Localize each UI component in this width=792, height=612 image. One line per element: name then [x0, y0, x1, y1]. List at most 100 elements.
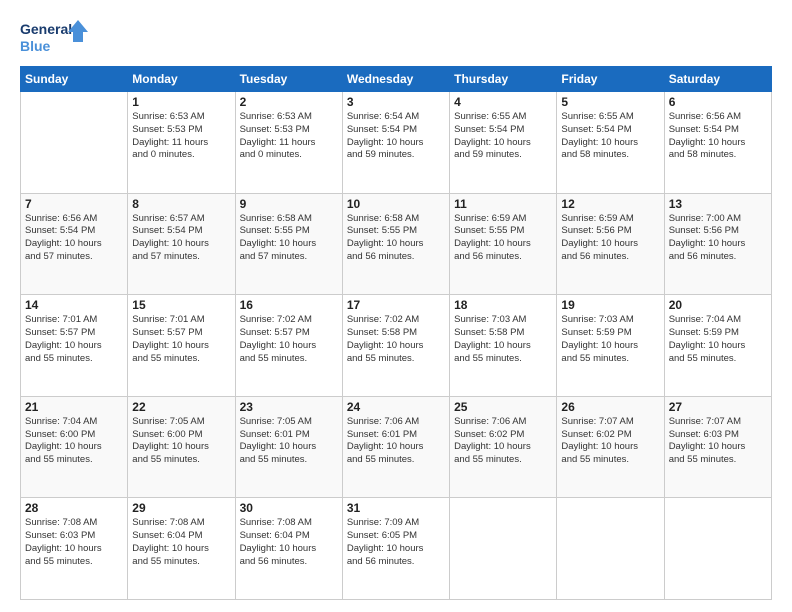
day-info: Sunrise: 7:02 AM Sunset: 5:58 PM Dayligh… — [347, 314, 445, 365]
day-number: 6 — [669, 95, 767, 109]
day-info: Sunrise: 7:06 AM Sunset: 6:01 PM Dayligh… — [347, 416, 445, 467]
calendar-cell: 8 Sunrise: 6:57 AM Sunset: 5:54 PM Daylig… — [128, 193, 235, 295]
day-info: Sunrise: 7:00 AM Sunset: 5:56 PM Dayligh… — [669, 213, 767, 264]
header: General Blue — [20, 18, 772, 56]
calendar-cell: 19Sunrise: 7:03 AM Sunset: 5:59 PM Dayli… — [557, 295, 664, 397]
weekday-header-monday: Monday — [128, 67, 235, 92]
day-info: Sunrise: 6:55 AM Sunset: 5:54 PM Dayligh… — [561, 111, 659, 162]
calendar-cell: 3 Sunrise: 6:54 AM Sunset: 5:54 PM Daylig… — [342, 92, 449, 194]
day-info: Sunrise: 6:58 AM Sunset: 5:55 PM Dayligh… — [240, 213, 338, 264]
calendar-week-row: 14 Sunrise: 7:01 AM Sunset: 5:57 PM Dayli… — [21, 295, 772, 397]
day-info: Sunrise: 7:08 AM Sunset: 6:04 PM Dayligh… — [240, 517, 338, 568]
calendar-cell: 22Sunrise: 7:05 AM Sunset: 6:00 PM Dayli… — [128, 396, 235, 498]
calendar-cell: 14 Sunrise: 7:01 AM Sunset: 5:57 PM Dayli… — [21, 295, 128, 397]
day-number: 15 — [132, 298, 230, 312]
calendar-cell — [557, 498, 664, 600]
day-info: Sunrise: 7:01 AM Sunset: 5:57 PM Dayligh… — [25, 314, 123, 365]
day-number: 25 — [454, 400, 552, 414]
day-info: Sunrise: 6:54 AM Sunset: 5:54 PM Dayligh… — [347, 111, 445, 162]
weekday-header-wednesday: Wednesday — [342, 67, 449, 92]
day-number: 8 — [132, 197, 230, 211]
calendar-cell: 27Sunrise: 7:07 AM Sunset: 6:03 PM Dayli… — [664, 396, 771, 498]
weekday-header-thursday: Thursday — [450, 67, 557, 92]
day-number: 30 — [240, 501, 338, 515]
day-number: 16 — [240, 298, 338, 312]
calendar-cell — [21, 92, 128, 194]
day-number: 13 — [669, 197, 767, 211]
day-number: 18 — [454, 298, 552, 312]
calendar-cell: 1 Sunrise: 6:53 AM Sunset: 5:53 PM Daylig… — [128, 92, 235, 194]
day-number: 17 — [347, 298, 445, 312]
day-info: Sunrise: 6:53 AM Sunset: 5:53 PM Dayligh… — [240, 111, 338, 162]
calendar-cell: 26Sunrise: 7:07 AM Sunset: 6:02 PM Dayli… — [557, 396, 664, 498]
calendar-table: SundayMondayTuesdayWednesdayThursdayFrid… — [20, 66, 772, 600]
day-info: Sunrise: 7:07 AM Sunset: 6:02 PM Dayligh… — [561, 416, 659, 467]
day-info: Sunrise: 7:02 AM Sunset: 5:57 PM Dayligh… — [240, 314, 338, 365]
calendar-cell: 20 Sunrise: 7:04 AM Sunset: 5:59 PM Dayli… — [664, 295, 771, 397]
day-info: Sunrise: 6:59 AM Sunset: 5:55 PM Dayligh… — [454, 213, 552, 264]
weekday-header-tuesday: Tuesday — [235, 67, 342, 92]
calendar-cell: 29 Sunrise: 7:08 AM Sunset: 6:04 PM Dayli… — [128, 498, 235, 600]
day-info: Sunrise: 7:05 AM Sunset: 6:01 PM Dayligh… — [240, 416, 338, 467]
calendar-cell: 2 Sunrise: 6:53 AM Sunset: 5:53 PM Daylig… — [235, 92, 342, 194]
day-info: Sunrise: 6:59 AM Sunset: 5:56 PM Dayligh… — [561, 213, 659, 264]
day-info: Sunrise: 6:56 AM Sunset: 5:54 PM Dayligh… — [25, 213, 123, 264]
calendar-cell: 21Sunrise: 7:04 AM Sunset: 6:00 PM Dayli… — [21, 396, 128, 498]
calendar-week-row: 21Sunrise: 7:04 AM Sunset: 6:00 PM Dayli… — [21, 396, 772, 498]
weekday-header-sunday: Sunday — [21, 67, 128, 92]
calendar-cell: 28 Sunrise: 7:08 AM Sunset: 6:03 PM Dayli… — [21, 498, 128, 600]
calendar-cell: 31Sunrise: 7:09 AM Sunset: 6:05 PM Dayli… — [342, 498, 449, 600]
day-info: Sunrise: 6:57 AM Sunset: 5:54 PM Dayligh… — [132, 213, 230, 264]
day-number: 29 — [132, 501, 230, 515]
day-number: 2 — [240, 95, 338, 109]
day-info: Sunrise: 7:08 AM Sunset: 6:03 PM Dayligh… — [25, 517, 123, 568]
day-info: Sunrise: 6:53 AM Sunset: 5:53 PM Dayligh… — [132, 111, 230, 162]
day-number: 24 — [347, 400, 445, 414]
calendar-cell: 9 Sunrise: 6:58 AM Sunset: 5:55 PM Daylig… — [235, 193, 342, 295]
svg-text:Blue: Blue — [20, 38, 51, 54]
day-number: 5 — [561, 95, 659, 109]
day-number: 23 — [240, 400, 338, 414]
calendar-cell: 24 Sunrise: 7:06 AM Sunset: 6:01 PM Dayli… — [342, 396, 449, 498]
day-info: Sunrise: 7:06 AM Sunset: 6:02 PM Dayligh… — [454, 416, 552, 467]
calendar-cell: 5 Sunrise: 6:55 AM Sunset: 5:54 PM Daylig… — [557, 92, 664, 194]
calendar-cell: 25 Sunrise: 7:06 AM Sunset: 6:02 PM Dayli… — [450, 396, 557, 498]
calendar-cell: 10Sunrise: 6:58 AM Sunset: 5:55 PM Dayli… — [342, 193, 449, 295]
calendar-cell: 18Sunrise: 7:03 AM Sunset: 5:58 PM Dayli… — [450, 295, 557, 397]
day-number: 10 — [347, 197, 445, 211]
logo-svg: General Blue — [20, 18, 90, 56]
calendar-cell: 7Sunrise: 6:56 AM Sunset: 5:54 PM Daylig… — [21, 193, 128, 295]
page: General Blue SundayMondayTuesdayWednesda… — [0, 0, 792, 612]
day-number: 31 — [347, 501, 445, 515]
day-number: 27 — [669, 400, 767, 414]
day-number: 20 — [669, 298, 767, 312]
day-number: 3 — [347, 95, 445, 109]
day-number: 21 — [25, 400, 123, 414]
calendar-cell: 6Sunrise: 6:56 AM Sunset: 5:54 PM Daylig… — [664, 92, 771, 194]
day-number: 14 — [25, 298, 123, 312]
day-info: Sunrise: 7:05 AM Sunset: 6:00 PM Dayligh… — [132, 416, 230, 467]
calendar-cell: 17 Sunrise: 7:02 AM Sunset: 5:58 PM Dayli… — [342, 295, 449, 397]
day-number: 11 — [454, 197, 552, 211]
calendar-cell — [664, 498, 771, 600]
day-number: 1 — [132, 95, 230, 109]
weekday-header-saturday: Saturday — [664, 67, 771, 92]
calendar-cell — [450, 498, 557, 600]
day-info: Sunrise: 7:01 AM Sunset: 5:57 PM Dayligh… — [132, 314, 230, 365]
day-number: 4 — [454, 95, 552, 109]
svg-text:General: General — [20, 21, 72, 37]
day-info: Sunrise: 6:55 AM Sunset: 5:54 PM Dayligh… — [454, 111, 552, 162]
day-info: Sunrise: 7:08 AM Sunset: 6:04 PM Dayligh… — [132, 517, 230, 568]
calendar-cell: 16 Sunrise: 7:02 AM Sunset: 5:57 PM Dayli… — [235, 295, 342, 397]
calendar-cell: 13 Sunrise: 7:00 AM Sunset: 5:56 PM Dayli… — [664, 193, 771, 295]
day-number: 28 — [25, 501, 123, 515]
calendar-week-row: 7Sunrise: 6:56 AM Sunset: 5:54 PM Daylig… — [21, 193, 772, 295]
day-info: Sunrise: 7:04 AM Sunset: 5:59 PM Dayligh… — [669, 314, 767, 365]
day-number: 9 — [240, 197, 338, 211]
calendar-cell: 30 Sunrise: 7:08 AM Sunset: 6:04 PM Dayli… — [235, 498, 342, 600]
calendar-cell: 4 Sunrise: 6:55 AM Sunset: 5:54 PM Daylig… — [450, 92, 557, 194]
calendar-cell: 23 Sunrise: 7:05 AM Sunset: 6:01 PM Dayli… — [235, 396, 342, 498]
logo: General Blue — [20, 18, 90, 56]
weekday-header-row: SundayMondayTuesdayWednesdayThursdayFrid… — [21, 67, 772, 92]
day-info: Sunrise: 7:03 AM Sunset: 5:59 PM Dayligh… — [561, 314, 659, 365]
